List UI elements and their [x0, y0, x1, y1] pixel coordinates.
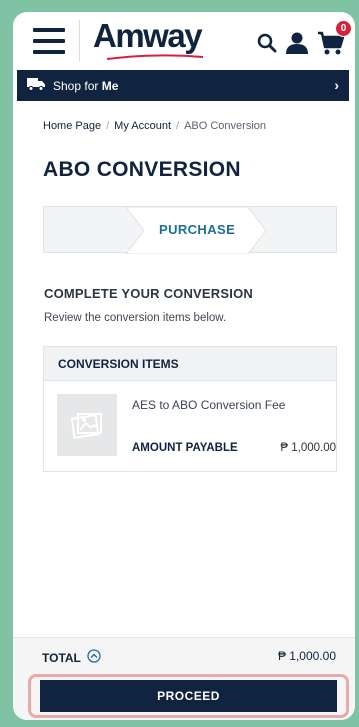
header-divider [79, 20, 80, 62]
step-purchase: PURCHASE [159, 222, 236, 237]
shop-for-label: Shop for Me [53, 78, 119, 93]
cart-count-badge: 0 [335, 20, 352, 37]
chevron-right-icon: › [334, 77, 339, 93]
proceed-button[interactable]: PROCEED [40, 680, 337, 712]
breadcrumb-separator: / [106, 120, 110, 132]
header-actions: 0 [257, 20, 352, 56]
total-label: TOTAL [42, 650, 81, 665]
logo-swoosh-icon [106, 54, 204, 60]
breadcrumb-current: ABO Conversion [184, 120, 267, 132]
hamburger-menu-icon[interactable] [33, 28, 65, 54]
item-name: AES to ABO Conversion Fee [132, 398, 286, 412]
breadcrumb-separator: / [176, 120, 180, 132]
amount-payable-label: AMOUNT PAYABLE [132, 442, 238, 454]
top-header: Amway 0 [13, 12, 355, 70]
image-placeholder-icon [57, 394, 117, 456]
amount-payable-value: ₱ 1,000.00 [280, 442, 336, 454]
truck-icon [27, 77, 45, 94]
user-icon[interactable] [285, 31, 309, 55]
shop-for-bar[interactable]: Shop for Me › [17, 70, 349, 101]
conversion-items-card: CONVERSION ITEMS AES to ABO Conversion F… [43, 346, 337, 472]
section-subtitle: Review the conversion items below. [44, 312, 227, 324]
cart-icon[interactable]: 0 [317, 20, 352, 56]
total-toggle[interactable]: TOTAL [42, 649, 101, 666]
chevron-up-circle-icon[interactable] [87, 649, 101, 666]
page-title: ABO CONVERSION [43, 158, 241, 181]
total-value: ₱ 1,000.00 [277, 649, 336, 663]
section-title: COMPLETE YOUR CONVERSION [44, 286, 253, 301]
breadcrumb: Home Page / My Account / ABO Conversion [43, 120, 266, 132]
progress-stepper: PURCHASE [43, 206, 337, 254]
breadcrumb-my-account[interactable]: My Account [114, 120, 171, 132]
breadcrumb-home[interactable]: Home Page [43, 120, 101, 132]
proceed-highlight: PROCEED [28, 674, 349, 718]
amway-logo[interactable]: Amway [93, 16, 203, 56]
phone-frame: Amway 0 Shop for Me › Home Page / My Acc… [13, 12, 355, 720]
search-icon[interactable] [257, 33, 277, 53]
conversion-items-header: CONVERSION ITEMS [44, 347, 336, 381]
checkout-footer: TOTAL ₱ 1,000.00 PROCEED [13, 637, 355, 720]
